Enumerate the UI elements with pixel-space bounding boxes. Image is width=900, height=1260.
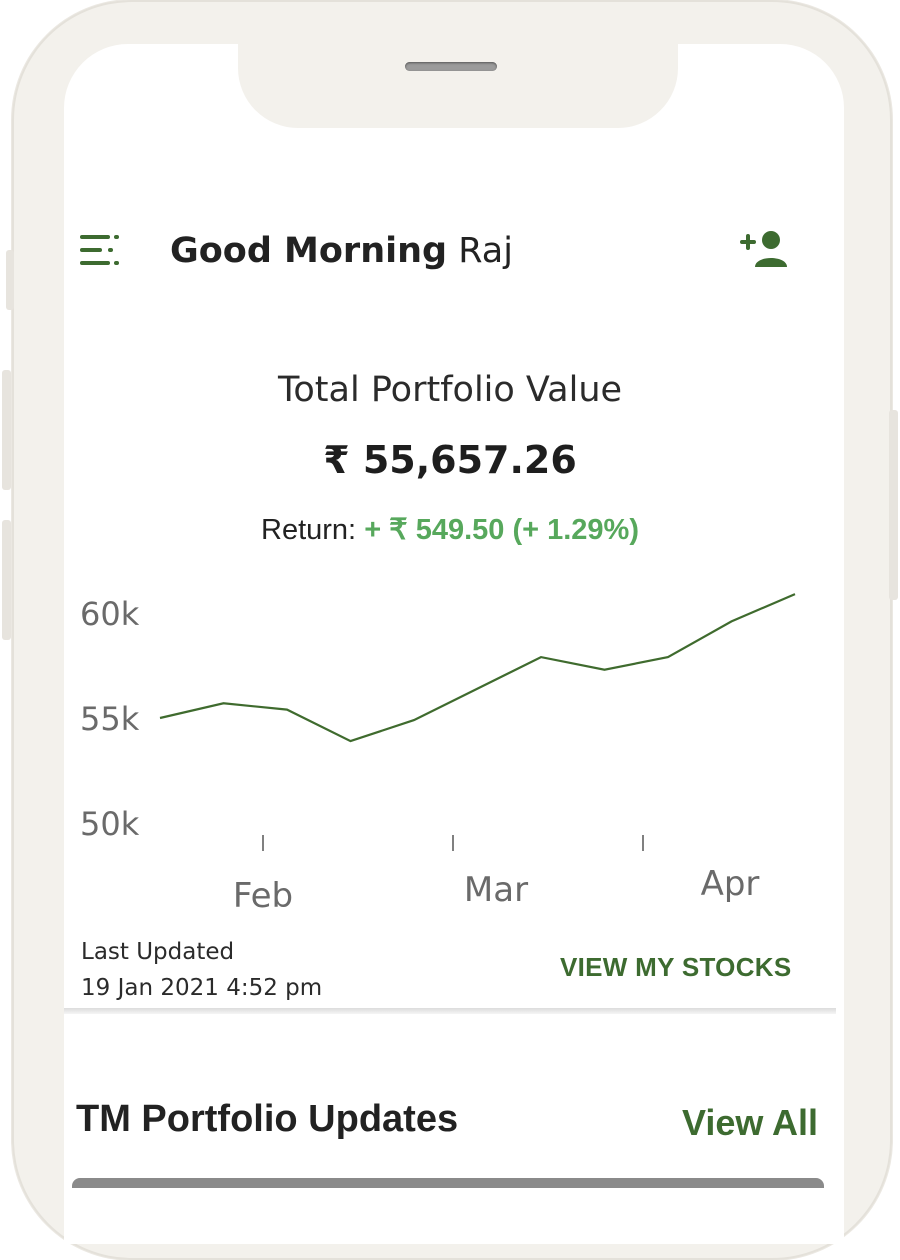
greeting: Good Morning Raj — [170, 231, 513, 271]
portfolio-label: Total Portfolio Value — [277, 370, 623, 410]
last-updated-time: 19 Jan 2021 4:52 pm — [81, 975, 323, 1001]
x-tick-label: Feb — [233, 876, 293, 916]
update-card[interactable] — [72, 1178, 824, 1188]
app-header: Good Morning Raj — [64, 225, 844, 285]
portfolio-value: ₹ 55,657.26 — [323, 438, 577, 482]
greeting-user-name: Raj — [458, 231, 513, 271]
view-my-stocks-button[interactable]: VIEW MY STOCKS — [560, 952, 792, 983]
x-tick-label: Apr — [701, 864, 760, 904]
y-tick-label: 60k — [80, 595, 140, 633]
return-label: Return: — [261, 514, 357, 546]
return-value: + ₹ 549.50 (+ 1.29%) — [364, 514, 639, 546]
portfolio-line — [159, 593, 796, 743]
last-updated-label: Last Updated — [81, 939, 235, 965]
menu-icon[interactable] — [78, 231, 122, 271]
portfolio-return: Return: + ₹ 549.50 (+ 1.29%) — [0, 512, 900, 547]
phone-notch — [238, 44, 678, 128]
section-divider — [64, 1008, 836, 1014]
phone-side-button — [6, 250, 14, 310]
add-user-icon[interactable] — [738, 227, 794, 271]
y-tick-label: 55k — [80, 700, 140, 738]
view-all-link[interactable]: View All — [682, 1102, 818, 1144]
greeting-bold: Good Morning — [170, 231, 448, 271]
phone-speaker — [405, 62, 497, 71]
updates-title: TM Portfolio Updates — [76, 1098, 459, 1140]
y-tick-label: 50k — [80, 805, 140, 843]
last-updated: Last Updated 19 Jan 2021 4:52 pm — [81, 934, 322, 1006]
x-tick-label: Mar — [464, 870, 528, 910]
portfolio-chart: 60k 55k 50k Feb Mar Apr — [80, 593, 796, 916]
